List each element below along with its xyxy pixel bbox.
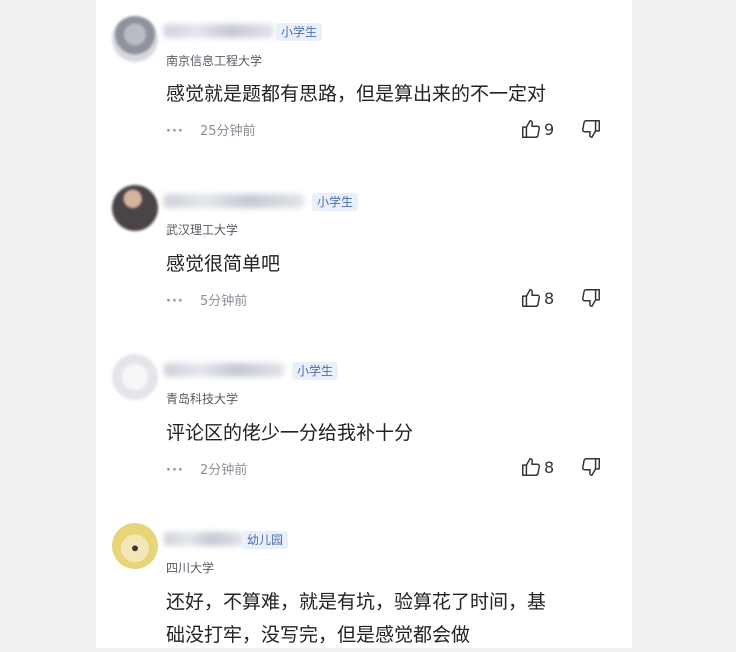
like-button[interactable]: 8: [520, 456, 554, 478]
dislike-button[interactable]: [580, 287, 602, 309]
avatar[interactable]: [112, 185, 158, 231]
school-label: 武汉理工大学: [166, 223, 239, 237]
level-badge: 小学生: [312, 193, 359, 211]
timestamp: 2分钟前: [199, 463, 248, 478]
comment-meta: ··· 2分钟前: [166, 459, 247, 478]
avatar[interactable]: [112, 16, 158, 62]
like-count: 8: [544, 288, 555, 308]
school-label: 四川大学: [166, 561, 215, 575]
username[interactable]: [164, 532, 244, 546]
timestamp: 25分钟前: [199, 124, 256, 139]
school-label: 青岛科技大学: [166, 392, 239, 406]
username[interactable]: [164, 363, 284, 377]
like-count: 8: [544, 457, 555, 477]
comment-text-line-1: 还好，不算难，就是有坑，验算花了时间，基: [166, 591, 547, 613]
avatar[interactable]: [112, 523, 158, 569]
comment-meta: ··· 5分钟前: [166, 290, 247, 309]
school-label: 南京信息工程大学: [166, 54, 263, 68]
dislike-button[interactable]: [580, 456, 602, 478]
username[interactable]: [164, 24, 274, 38]
like-count: 9: [544, 119, 555, 139]
like-button[interactable]: 9: [520, 118, 554, 140]
comment-meta: ··· 25分钟前: [166, 120, 256, 139]
level-badge: 幼儿园: [242, 531, 289, 549]
more-icon[interactable]: ···: [166, 463, 184, 478]
thumbs-down-icon: [582, 289, 600, 307]
thumbs-up-icon: [522, 458, 540, 476]
thumbs-up-icon: [522, 289, 540, 307]
thumbs-down-icon: [582, 458, 600, 476]
comment-text: 评论区的佬少一分给我补十分: [166, 422, 414, 444]
more-icon[interactable]: ···: [166, 294, 184, 309]
thumbs-down-icon: [582, 120, 600, 138]
timestamp: 5分钟前: [199, 294, 248, 309]
username[interactable]: [164, 194, 304, 208]
more-icon[interactable]: ···: [166, 124, 184, 139]
comment-text: 感觉就是题都有思路，但是算出来的不一定对: [166, 83, 547, 105]
dislike-button[interactable]: [580, 118, 602, 140]
comment-text-line-2: 础没打牢，没写完，但是感觉都会做: [166, 624, 471, 646]
like-button[interactable]: 8: [520, 287, 554, 309]
avatar[interactable]: [112, 354, 158, 400]
thumbs-up-icon: [522, 120, 540, 138]
level-badge: 小学生: [276, 23, 323, 41]
level-badge: 小学生: [292, 362, 339, 380]
comment-list: 小学生 南京信息工程大学 感觉就是题都有思路，但是算出来的不一定对 ··· 25…: [96, 0, 632, 648]
comment-text: 感觉很简单吧: [166, 253, 281, 275]
